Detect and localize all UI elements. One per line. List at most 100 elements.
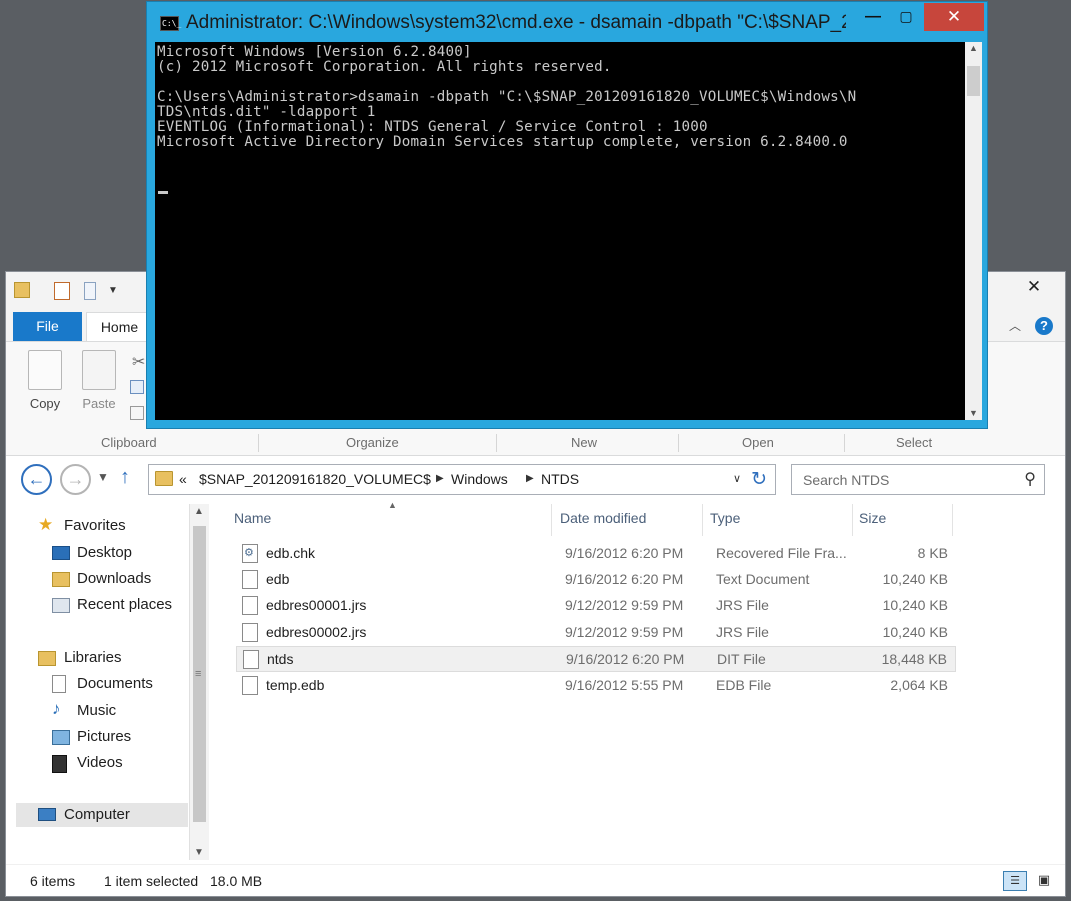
scroll-down-icon[interactable]: ▼ xyxy=(194,847,204,858)
forward-button[interactable]: → xyxy=(60,464,91,495)
group-open: Open xyxy=(742,435,774,450)
nav-music[interactable]: ♪ Music xyxy=(6,699,188,723)
folder-icon xyxy=(14,282,30,298)
breadcrumb-snapshot[interactable]: $SNAP_201209161820_VOLUMEC$ xyxy=(199,471,431,487)
nav-videos[interactable]: Videos xyxy=(6,751,188,775)
new-folder-icon[interactable] xyxy=(84,282,96,300)
file-size: 2,064 KB xyxy=(890,677,948,693)
file-size: 10,240 KB xyxy=(882,571,948,587)
cut-icon[interactable]: ✂ xyxy=(132,352,145,372)
console-line: (c) 2012 Microsoft Corporation. All righ… xyxy=(157,59,612,75)
pictures-icon xyxy=(52,730,70,745)
nav-label: Music xyxy=(77,702,117,719)
group-clipboard: Clipboard xyxy=(101,435,157,450)
nav-label: Libraries xyxy=(64,649,122,666)
refresh-icon[interactable]: ↻ xyxy=(751,468,767,491)
file-type: Recovered File Fra... xyxy=(716,545,847,561)
breadcrumb-windows[interactable]: Windows xyxy=(451,471,508,487)
column-header-type[interactable]: Type xyxy=(710,510,740,526)
file-row[interactable]: edbres00002.jrs 9/12/2012 9:59 PM JRS Fi… xyxy=(236,620,956,646)
window-title: Administrator: C:\Windows\system32\cmd.e… xyxy=(186,12,846,33)
column-header-size[interactable]: Size xyxy=(859,510,886,526)
file-row[interactable]: edb.chk 9/16/2012 6:20 PM Recovered File… xyxy=(236,541,956,567)
column-divider[interactable] xyxy=(551,504,552,536)
close-button[interactable]: ✕ xyxy=(1009,273,1059,300)
chevron-up-icon[interactable]: ︿ xyxy=(1009,317,1025,333)
column-divider[interactable] xyxy=(952,504,953,536)
scroll-thumb[interactable]: ≡ xyxy=(193,526,206,822)
tab-file[interactable]: File xyxy=(13,312,82,341)
properties-icon[interactable] xyxy=(54,282,70,300)
downloads-icon xyxy=(52,572,70,587)
nav-documents[interactable]: Documents xyxy=(6,672,188,696)
breadcrumb-overflow[interactable]: « xyxy=(179,471,187,487)
large-icons-view-icon[interactable]: ▣ xyxy=(1033,871,1055,891)
desktop-icon xyxy=(52,546,70,560)
customize-qat-icon[interactable]: ▼ xyxy=(108,285,118,296)
copy-path-icon[interactable] xyxy=(130,380,144,394)
breadcrumb-separator[interactable]: ▶ xyxy=(526,473,534,484)
nav-scrollbar[interactable]: ▲ ≡ ▼ xyxy=(189,504,209,860)
recent-places-icon xyxy=(52,598,70,613)
nav-computer[interactable]: Computer xyxy=(16,803,188,827)
column-divider[interactable] xyxy=(852,504,853,536)
paste-shortcut-icon[interactable] xyxy=(130,406,144,420)
close-button[interactable]: ✕ xyxy=(924,3,984,31)
nav-downloads[interactable]: Downloads xyxy=(6,567,188,591)
copy-button[interactable]: Copy xyxy=(20,350,70,411)
console-scrollbar[interactable]: ▲ ▼ xyxy=(965,42,982,420)
nav-favorites[interactable]: ★ Favorites xyxy=(6,514,188,538)
status-item-count: 6 items xyxy=(30,873,76,889)
column-header-date[interactable]: Date modified xyxy=(560,510,646,526)
nav-desktop[interactable]: Desktop xyxy=(6,541,188,565)
breadcrumb-ntds[interactable]: NTDS xyxy=(541,471,579,487)
up-arrow-icon[interactable]: ↑ xyxy=(120,466,130,489)
tab-home[interactable]: Home xyxy=(86,312,153,341)
text-document-icon xyxy=(242,570,258,589)
recent-locations-chevron-icon[interactable]: ▼ xyxy=(97,470,109,484)
column-divider[interactable] xyxy=(702,504,703,536)
file-date: 9/16/2012 5:55 PM xyxy=(565,677,684,693)
file-type: DIT File xyxy=(717,651,766,667)
file-name: edbres00001.jrs xyxy=(266,597,367,613)
back-button[interactable]: ← xyxy=(21,464,52,495)
search-icon[interactable]: ⚲ xyxy=(1024,469,1036,489)
maximize-button[interactable]: ▢ xyxy=(893,8,919,30)
nav-recent-places[interactable]: Recent places xyxy=(6,593,188,617)
file-row-selected[interactable]: ntds 9/16/2012 6:20 PM DIT File 18,448 K… xyxy=(236,646,956,672)
group-divider xyxy=(678,434,679,452)
cmd-icon[interactable]: C:\_ xyxy=(160,16,181,31)
column-header-name[interactable]: Name xyxy=(234,510,271,526)
search-box[interactable]: ⚲ xyxy=(791,464,1045,495)
scroll-thumb[interactable] xyxy=(967,66,980,96)
nav-pictures[interactable]: Pictures xyxy=(6,725,188,749)
chevron-down-icon[interactable]: ∨ xyxy=(733,472,741,485)
console-line: Microsoft Active Directory Domain Servic… xyxy=(157,134,848,150)
nav-libraries[interactable]: Libraries xyxy=(6,646,188,670)
music-icon: ♪ xyxy=(52,699,61,718)
folder-icon xyxy=(155,471,173,486)
console-output[interactable]: Microsoft Windows [Version 6.2.8400] (c)… xyxy=(155,42,965,420)
minimize-button[interactable]: — xyxy=(860,8,886,30)
paste-button[interactable]: Paste xyxy=(74,350,124,411)
address-bar[interactable]: « $SNAP_201209161820_VOLUMEC$ ▶ Windows … xyxy=(148,464,776,495)
breadcrumb-separator[interactable]: ▶ xyxy=(436,473,444,484)
search-input[interactable] xyxy=(792,465,1012,494)
videos-icon xyxy=(52,755,67,773)
details-view-icon[interactable]: ☰ xyxy=(1003,871,1027,891)
group-select: Select xyxy=(896,435,933,450)
scroll-up-icon[interactable]: ▲ xyxy=(969,43,978,53)
file-size: 18,448 KB xyxy=(881,651,947,667)
file-row[interactable]: edb 9/16/2012 6:20 PM Text Document 10,2… xyxy=(236,567,956,593)
file-size: 10,240 KB xyxy=(882,597,948,613)
file-row[interactable]: temp.edb 9/16/2012 5:55 PM EDB File 2,06… xyxy=(236,673,956,699)
scroll-up-icon[interactable]: ▲ xyxy=(194,506,204,517)
console-line: Microsoft Windows [Version 6.2.8400] xyxy=(157,44,472,60)
console-line: C:\Users\Administrator>dsamain -dbpath "… xyxy=(157,89,857,105)
nav-label: Videos xyxy=(77,754,123,771)
scroll-down-icon[interactable]: ▼ xyxy=(969,408,978,418)
file-name: edbres00002.jrs xyxy=(266,624,367,640)
file-row[interactable]: edbres00001.jrs 9/12/2012 9:59 PM JRS Fi… xyxy=(236,593,956,619)
file-size: 10,240 KB xyxy=(882,624,948,640)
help-icon[interactable]: ? xyxy=(1035,317,1053,335)
